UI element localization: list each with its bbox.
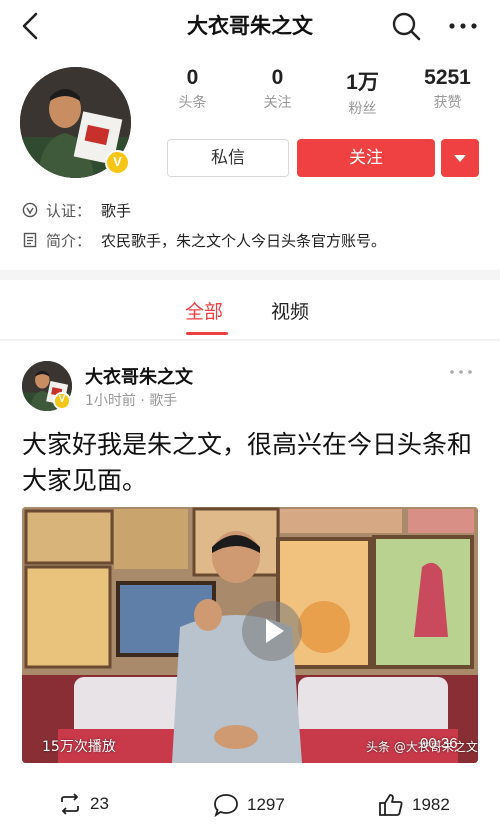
play-icon	[266, 619, 284, 643]
more-icon[interactable]	[446, 10, 480, 42]
certification-row: 认证： 歌手	[22, 199, 131, 221]
comment-button[interactable]: 1297	[213, 793, 285, 817]
follow-button[interactable]: 关注	[297, 139, 435, 177]
profile-card: V 0 头条 0 关注 1万 粉丝 5251 获赞 私信 关注 认证： 歌手 简…	[0, 52, 500, 270]
stat-label: 头条	[178, 95, 207, 111]
stat-value: 1万	[346, 71, 379, 94]
stat-label: 关注	[263, 95, 292, 111]
like-icon	[379, 794, 403, 816]
comment-icon	[214, 794, 238, 817]
verified-badge-label: V	[58, 394, 66, 405]
like-button[interactable]: 1982	[378, 793, 450, 817]
stat-posts[interactable]: 0 头条	[150, 66, 235, 122]
stat-likes[interactable]: 5251 获赞	[405, 66, 490, 122]
stat-following[interactable]: 0 关注	[235, 66, 320, 122]
page-title: 大衣哥朱之文	[187, 14, 313, 38]
comment-count: 1297	[247, 795, 285, 814]
stat-label: 粉丝	[348, 101, 377, 117]
certification-value: 歌手	[101, 201, 132, 220]
repost-count: 23	[90, 794, 109, 813]
intro-row: 简介： 农民歌手，朱之文个人今日头条官方账号。	[22, 229, 386, 251]
post-card[interactable]: V 大衣哥朱之文 1小时前 · 歌手 大家好我是朱之文，很高兴在今日头条和大家见…	[0, 341, 500, 835]
like-count: 1982	[412, 795, 450, 814]
post-actions: 23 1297 1982	[0, 789, 500, 823]
search-icon[interactable]	[390, 10, 422, 42]
certification-key: 认证：	[46, 201, 92, 220]
play-button[interactable]	[242, 601, 302, 661]
intro-key: 简介：	[46, 231, 92, 250]
verified-icon: V	[53, 392, 71, 410]
stat-value: 0	[186, 66, 199, 89]
intro-icon	[23, 232, 37, 248]
active-tab-indicator	[186, 332, 228, 335]
verified-icon: V	[105, 150, 130, 175]
follow-dropdown-button[interactable]	[441, 139, 479, 177]
post-text[interactable]: 大家好我是朱之文，很高兴在今日头条和大家见面。	[22, 427, 482, 499]
intro-value: 农民歌手，朱之文个人今日头条官方账号。	[101, 231, 387, 250]
video-views: 15万次播放	[42, 739, 116, 755]
stat-followers[interactable]: 1万 粉丝	[320, 66, 405, 122]
chevron-down-icon	[454, 155, 466, 162]
tab-video[interactable]: 视频	[271, 297, 309, 324]
stat-value: 0	[271, 66, 284, 89]
top-bar: 大衣哥朱之文	[0, 0, 500, 52]
content-tabs: 全部 视频	[0, 280, 500, 340]
repost-icon	[61, 793, 79, 815]
video-player[interactable]: 15万次播放 头条 @大衣哥朱之文 00:36	[22, 507, 478, 763]
more-icon[interactable]	[448, 367, 474, 377]
post-author[interactable]: 大衣哥朱之文	[85, 363, 193, 389]
profile-stats: 0 头条 0 关注 1万 粉丝 5251 获赞	[150, 66, 490, 122]
stat-value: 5251	[424, 66, 471, 89]
certification-icon	[22, 202, 38, 218]
verified-badge-label: V	[113, 154, 122, 169]
repost-button[interactable]: 23	[58, 793, 109, 815]
tab-all[interactable]: 全部	[185, 297, 223, 324]
message-button[interactable]: 私信	[167, 139, 289, 177]
post-meta: 1小时前 · 歌手	[85, 393, 178, 409]
stat-label: 获赞	[433, 95, 462, 111]
video-duration: 00:36	[420, 735, 458, 752]
